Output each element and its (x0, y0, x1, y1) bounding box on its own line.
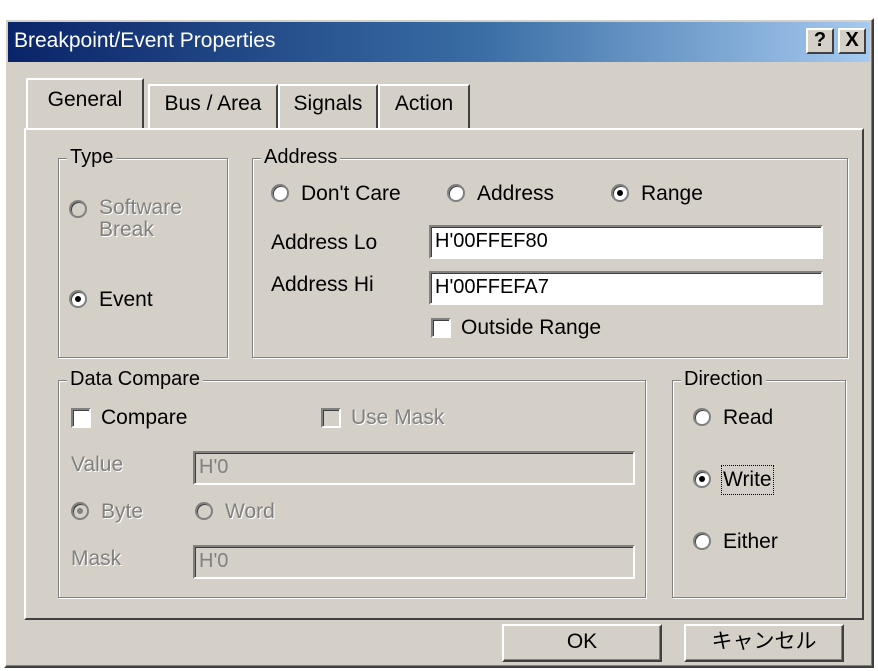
mask-input[interactable]: H'0 (193, 545, 635, 579)
value-input[interactable]: H'0 (193, 451, 635, 485)
read-radio-dot (693, 408, 711, 426)
ok-button[interactable]: OK (502, 624, 662, 662)
address-lo-input[interactable]: H'00FFEF80 (429, 225, 823, 259)
help-button[interactable]: ? (806, 28, 834, 54)
address-radio-dot (447, 184, 465, 202)
address-group: Address Don't Care Address Range Address… (252, 145, 848, 358)
address-hi-input[interactable]: H'00FFEFA7 (429, 271, 823, 305)
tab-signals[interactable]: Signals (278, 84, 378, 128)
software-break-radio-dot (69, 200, 87, 218)
tab-general[interactable]: General (26, 78, 144, 128)
data-compare-group: Data Compare Compare Use Mask Value H'0 … (58, 367, 646, 598)
properties-dialog: Breakpoint/Event Properties ? X General … (4, 18, 874, 668)
read-label: Read (723, 406, 774, 429)
type-group: Type Software Break Event (58, 145, 228, 358)
address-legend: Address (261, 145, 341, 169)
tab-bus-area[interactable]: Bus / Area (148, 84, 278, 128)
dont-care-label: Don't Care (301, 182, 401, 205)
address-label: Address (477, 182, 555, 205)
either-radio-dot (693, 532, 711, 550)
dialog-title: Breakpoint/Event Properties (14, 29, 276, 52)
write-radio-dot (693, 470, 711, 488)
outside-range-box (431, 318, 451, 338)
mask-label: Mask (71, 547, 122, 570)
either-label: Either (723, 530, 778, 553)
write-label: Write (721, 465, 774, 495)
software-break-label-line1: Software (99, 196, 182, 219)
range-label: Range (641, 182, 703, 205)
event-label: Event (99, 288, 153, 311)
word-label: Word (225, 500, 275, 523)
address-hi-label: Address Hi (271, 273, 374, 296)
title-bar: Breakpoint/Event Properties ? X (8, 22, 870, 62)
direction-legend: Direction (681, 367, 766, 391)
tab-action[interactable]: Action (378, 84, 470, 128)
range-radio-dot (611, 184, 629, 202)
word-radio-dot (195, 502, 213, 520)
software-break-label-line2: Break (99, 218, 154, 241)
software-break-label: Software Break (99, 197, 182, 241)
event-radio-dot (69, 290, 87, 308)
general-tab-panel: Type Software Break Event Address Don't … (24, 128, 864, 620)
compare-box (71, 408, 91, 428)
dont-care-radio-dot (271, 184, 289, 202)
close-button[interactable]: X (838, 28, 866, 54)
type-legend: Type (67, 145, 117, 169)
value-label: Value (71, 453, 124, 476)
byte-label: Byte (101, 500, 144, 523)
direction-group: Direction Read Write Either (672, 367, 846, 598)
use-mask-label: Use Mask (351, 406, 445, 429)
cancel-button[interactable]: キャンセル (684, 624, 844, 662)
use-mask-box (321, 408, 341, 428)
compare-label: Compare (101, 406, 188, 429)
data-compare-legend: Data Compare (67, 367, 204, 391)
outside-range-label: Outside Range (461, 316, 602, 339)
byte-radio-dot (71, 502, 89, 520)
address-lo-label: Address Lo (271, 231, 378, 254)
